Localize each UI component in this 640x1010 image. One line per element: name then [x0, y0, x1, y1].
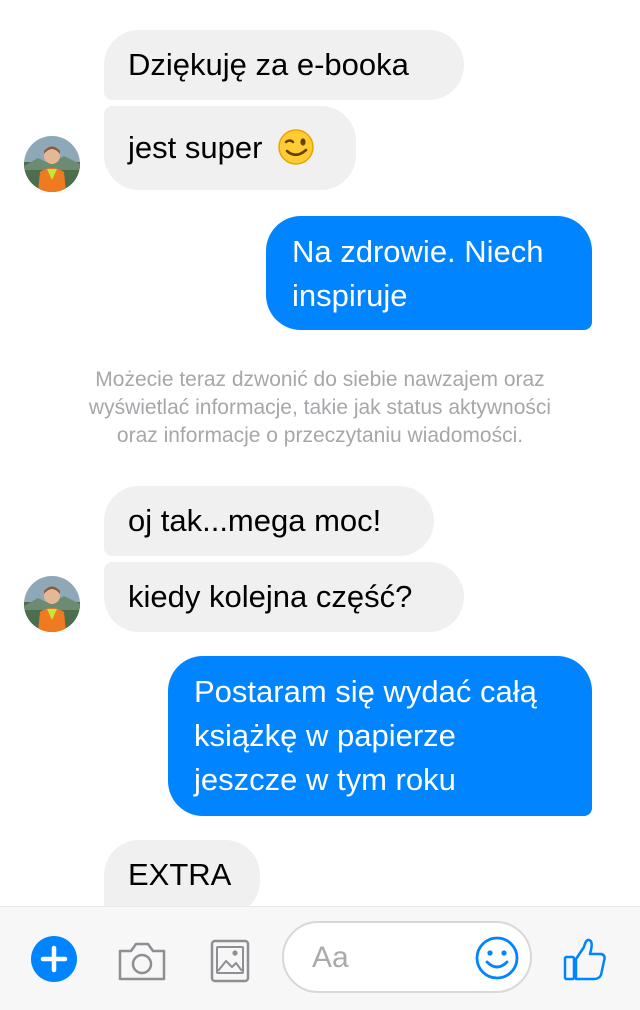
message-line: Na zdrowie. Niech [292, 234, 544, 269]
notice-line: wyświetlać informacje, takie jak status … [88, 396, 552, 419]
plus-icon[interactable] [30, 935, 78, 983]
outgoing-message[interactable]: Na zdrowie. Niech inspiruje [266, 216, 592, 330]
message-text: kiedy kolejna część? [128, 579, 413, 614]
contact-avatar[interactable] [24, 576, 80, 632]
notice-line: Możecie teraz dzwonić do siebie nawzajem… [95, 368, 545, 391]
system-notice: Możecie teraz dzwonić do siebie nawzajem… [20, 366, 620, 450]
camera-icon[interactable] [116, 939, 168, 983]
winking-face-emoji-icon [278, 129, 314, 165]
emoji-icon[interactable] [474, 935, 520, 981]
message-text: Dziękuję za e-booka [128, 47, 409, 82]
message-text: EXTRA [128, 857, 232, 892]
message-text: oj tak...mega moc! [128, 503, 382, 538]
input-placeholder: Aa [312, 941, 349, 974]
avatar-photo [24, 576, 80, 632]
message-line: jeszcze w tym roku [194, 762, 456, 797]
notice-line: oraz informacje o przeczytaniu wiadomośc… [116, 424, 524, 447]
message-text: jest super [128, 130, 263, 165]
incoming-message[interactable]: EXTRA [104, 840, 260, 906]
gallery-icon[interactable] [210, 939, 250, 983]
incoming-message[interactable]: jest super [104, 106, 356, 190]
contact-avatar[interactable] [24, 136, 80, 192]
incoming-message[interactable]: kiedy kolejna część? [104, 562, 464, 632]
incoming-message[interactable]: Dziękuję za e-booka [104, 30, 464, 100]
avatar-photo [24, 136, 80, 192]
message-input[interactable]: Aa [282, 921, 532, 993]
message-line: inspiruje [292, 278, 408, 313]
outgoing-message[interactable]: Postaram się wydać całą książkę w papier… [168, 656, 592, 816]
thumbs-up-icon[interactable] [562, 935, 608, 983]
message-line: książkę w papierze [194, 718, 456, 753]
incoming-message[interactable]: oj tak...mega moc! [104, 486, 434, 556]
message-line: Postaram się wydać całą [194, 674, 537, 709]
composer-bar: Aa [0, 906, 640, 1010]
conversation-view[interactable]: Dziękuję za e-booka jest super Na zdrowi… [0, 0, 640, 906]
